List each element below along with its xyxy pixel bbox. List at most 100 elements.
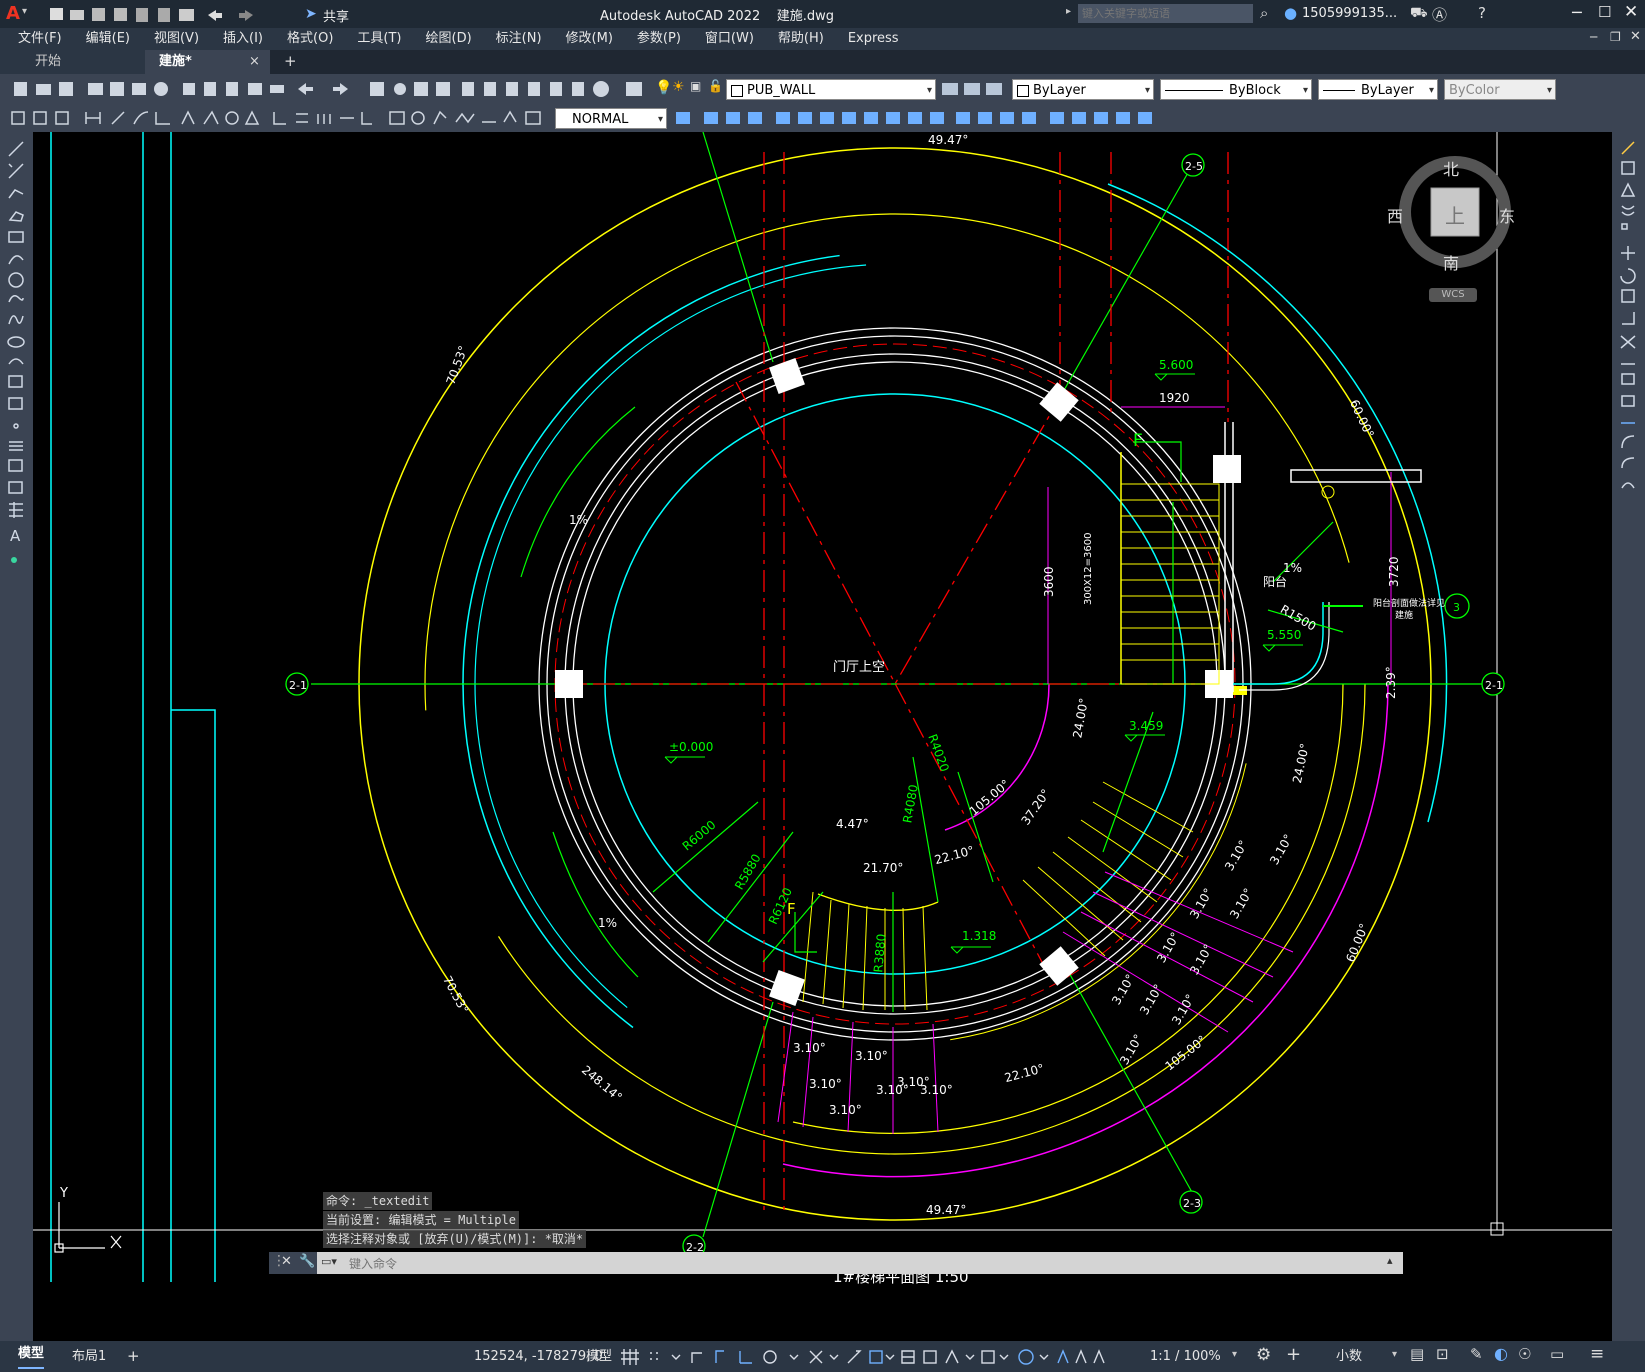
doc-close-icon[interactable]: ✕ (1630, 29, 1641, 44)
lineweight-value: ByLayer (1361, 83, 1414, 98)
menu-draw[interactable]: 绘图(D) (426, 28, 472, 50)
viewcube-south[interactable]: 南 (1443, 250, 1459, 274)
scale-chevron-icon[interactable]: ▾ (1232, 1349, 1237, 1360)
lock-ui-icon[interactable]: ⊡ (1436, 1345, 1449, 1363)
menu-express[interactable]: Express (848, 28, 899, 50)
doc-minimize-icon[interactable]: ─ (1590, 30, 1597, 44)
menu-parametric[interactable]: 参数(P) (637, 28, 681, 50)
hardware-acceleration-icon[interactable]: ◐ (1494, 1344, 1508, 1363)
viewcube[interactable]: 北 南 东 西 上 (1387, 152, 1515, 274)
customization-menu-icon[interactable]: ≡ (1590, 1344, 1604, 1364)
label-angle-105a: 105.00° (967, 777, 1013, 819)
stretch-side-icon (1622, 312, 1635, 325)
search-icon[interactable]: ⌕ (1260, 4, 1268, 22)
dimstyle-dropdown[interactable]: NORMAL ▾ (555, 108, 667, 129)
linetype-dropdown[interactable]: ByBlock ▾ (1160, 79, 1312, 100)
modify-side-icons[interactable] (1612, 136, 1645, 516)
dimension-toolbar-icons[interactable] (6, 108, 551, 128)
share-icon[interactable]: ➤ (305, 6, 317, 22)
plotstyle-dropdown[interactable]: ByColor ▾ (1444, 79, 1556, 100)
autodesk-app-icon[interactable]: Ⓐ (1432, 4, 1447, 25)
break-icon (930, 112, 944, 124)
web-open-icon (136, 8, 148, 22)
color-dropdown[interactable]: ByLayer ▾ (1012, 79, 1154, 100)
command-customize-icon[interactable]: 🔧 (299, 1254, 315, 1269)
layer-on-icon[interactable]: 💡 (655, 80, 672, 96)
layer-color-swatch (731, 84, 743, 97)
user-icon[interactable]: ● (1284, 4, 1297, 22)
layout-tab-model[interactable]: 模型 (18, 1341, 45, 1369)
menu-modify[interactable]: 修改(M) (566, 28, 613, 50)
doc-restore-icon[interactable]: ❐ (1610, 30, 1621, 44)
command-prompt-icon[interactable]: ▭▾ (321, 1255, 337, 1268)
lineweight-dropdown[interactable]: ByLayer ▾ (1318, 79, 1438, 100)
snap-icon (650, 1352, 658, 1360)
share-button[interactable]: 共享 (323, 6, 349, 25)
drawing-canvas[interactable]: 49.47° 49.47° 70.53° 70.53° 60.00° 60.00… (33, 132, 1612, 1341)
viewcube-east[interactable]: 东 (1499, 203, 1515, 227)
new-tab-icon[interactable]: + (284, 52, 297, 70)
coordinates-readout[interactable]: 152524, -178279, 0 (474, 1341, 603, 1372)
menu-format[interactable]: 格式(O) (287, 28, 333, 50)
standard-toolbar-icons[interactable] (8, 79, 668, 99)
label-deg-310: 3.10° (920, 1083, 953, 1097)
menu-window[interactable]: 窗口(W) (705, 28, 754, 50)
add-layout-icon[interactable]: + (127, 1341, 140, 1372)
layout-tab-layout1[interactable]: 布局1 (72, 1341, 106, 1372)
annotation-scale-value[interactable]: 1:1 / 100% (1150, 1341, 1221, 1372)
polyline-icon (8, 189, 24, 199)
isolate-objects-icon[interactable]: ✎ (1470, 1345, 1483, 1363)
viewcube-north[interactable]: 北 (1443, 156, 1459, 180)
layer-dropdown[interactable]: PUB_WALL ▾ (726, 79, 936, 100)
layer-tools-icons[interactable] (940, 79, 1006, 99)
close-icon[interactable]: ✕ (1624, 2, 1638, 22)
command-input[interactable] (347, 1253, 1381, 1275)
fullscreen-icon[interactable]: ▭ (1550, 1345, 1564, 1363)
quick-access-icons[interactable] (48, 5, 288, 23)
command-history-arrow-icon[interactable]: ▴ (1387, 1254, 1393, 1267)
modify-toolbar-icons[interactable] (672, 108, 1162, 128)
viewcube-top-face[interactable]: 上 (1445, 200, 1465, 229)
cart-icon[interactable]: ⛟ (1410, 5, 1428, 23)
command-close-icon[interactable]: ✕ (281, 1254, 292, 1269)
viewcube-west[interactable]: 西 (1387, 203, 1403, 227)
menu-tools[interactable]: 工具(T) (357, 28, 401, 50)
minimize-icon[interactable]: ─ (1572, 3, 1582, 22)
workspace-gear-icon[interactable]: ⚙ (1256, 1345, 1271, 1365)
menu-bar: 文件(F) 编辑(E) 视图(V) 插入(I) 格式(O) 工具(T) 绘图(D) 标注(N)… (0, 28, 1645, 50)
layer-thaw-icon[interactable]: ☀ (672, 79, 685, 95)
help-icon[interactable]: ? (1478, 4, 1486, 22)
ellipse-arc-icon (8, 358, 24, 365)
clean-screen-icon[interactable]: ☉ (1518, 1345, 1531, 1363)
layer-viewport-icon[interactable]: ▣ (690, 79, 701, 93)
menu-dimension[interactable]: 标注(N) (496, 28, 542, 50)
draw-toolbar-icons[interactable]: A (0, 136, 33, 596)
tab-close-icon[interactable]: × (249, 50, 260, 74)
units-value[interactable]: 小数 (1336, 1341, 1362, 1372)
markup-icon (550, 82, 562, 96)
menu-insert[interactable]: 插入(I) (223, 28, 263, 50)
menu-view[interactable]: 视图(V) (154, 28, 199, 50)
qnew-icon (14, 82, 27, 96)
tab-drawing[interactable]: 建施* × (145, 50, 270, 74)
model-space-toggle[interactable]: 模型 (586, 1341, 612, 1372)
drawing-svg[interactable]: 49.47° 49.47° 70.53° 70.53° 60.00° 60.00… (33, 132, 1612, 1341)
quick-properties-icon[interactable]: ▤ (1410, 1345, 1424, 1363)
search-expand-icon[interactable]: ▸ (1066, 6, 1071, 17)
app-menu-chevron-icon[interactable]: ▾ (22, 6, 27, 17)
autocad-logo-icon[interactable]: A (6, 3, 20, 24)
maximize-icon[interactable]: ☐ (1598, 3, 1611, 21)
menu-edit[interactable]: 编辑(E) (86, 28, 130, 50)
label-deg-310: 3.10° (793, 1041, 826, 1055)
user-name[interactable]: 1505999135... (1302, 6, 1397, 21)
units-chevron-icon[interactable]: ▾ (1392, 1349, 1397, 1360)
menu-help[interactable]: 帮助(H) (778, 28, 824, 50)
layer-lock-icon[interactable]: 🔓 (708, 79, 723, 93)
lineweight-toggle-icon (901, 1350, 915, 1364)
label-angle-22b: 22.10° (1003, 1061, 1046, 1085)
tab-start[interactable]: 开始 (0, 50, 145, 74)
menu-file[interactable]: 文件(F) (18, 28, 62, 50)
search-input[interactable] (1078, 4, 1253, 23)
wcs-menu-button[interactable]: WCS (1429, 288, 1477, 302)
annotation-monitor-icon[interactable]: + (1286, 1344, 1301, 1365)
